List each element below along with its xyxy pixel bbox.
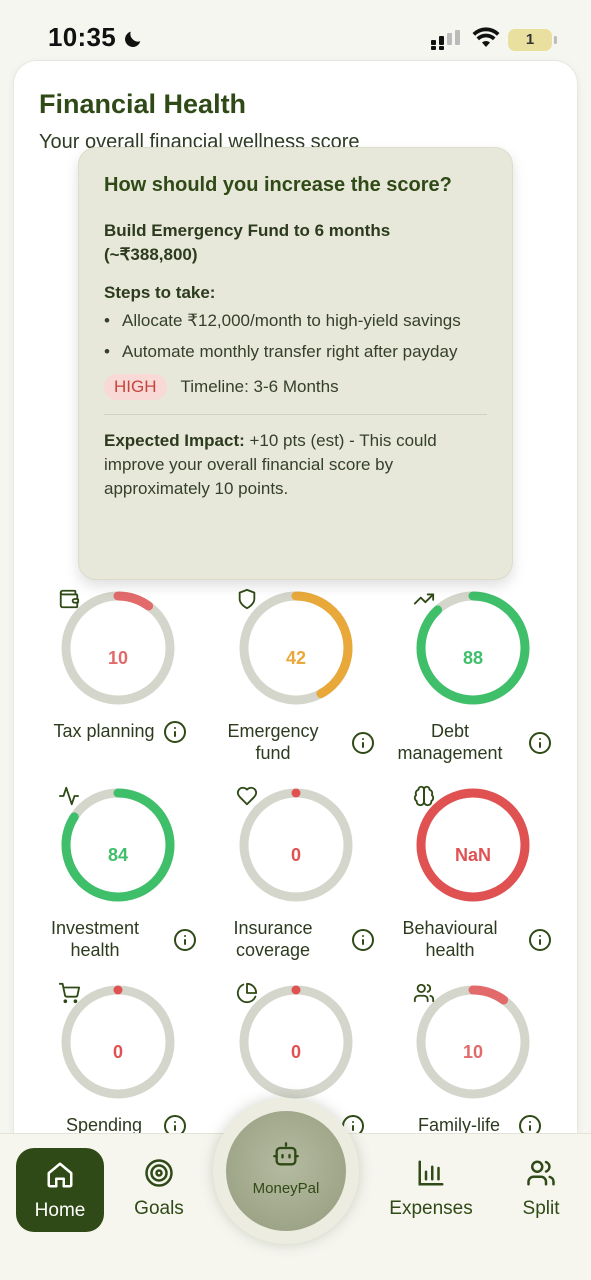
priority-row: HIGH Timeline: 3-6 Months (104, 374, 487, 400)
timeline-text: Timeline: 3-6 Months (180, 377, 339, 396)
wallet-icon (59, 589, 80, 609)
battery-indicator: 1 (508, 29, 557, 51)
metric-label-row: Behavioural health (384, 917, 562, 961)
users-icon (527, 1160, 555, 1186)
bot-icon (273, 1142, 299, 1166)
bullet-icon: • (104, 342, 110, 361)
metric-label-row: Tax planning (29, 720, 207, 744)
moneypal-label: MoneyPal (252, 1180, 320, 1197)
priority-badge: HIGH (104, 374, 167, 400)
pie-icon (236, 982, 258, 1003)
shield-icon (238, 588, 256, 610)
info-icon[interactable] (528, 928, 552, 952)
score-ring: 0 (236, 982, 356, 1102)
metric-label: Emergency fund (227, 721, 319, 763)
score-ring: 88 (413, 588, 533, 708)
metric-label: Investment health (50, 918, 140, 960)
metric-label-row: Insurance coverage (207, 917, 385, 961)
nav-expenses-label: Expenses (389, 1198, 473, 1219)
pulse-icon (58, 786, 80, 806)
metric-emergency-fund: 42 Emergency fund (207, 588, 385, 763)
moneypal-button[interactable]: MoneyPal (213, 1098, 359, 1244)
score-ring: 42 (236, 588, 356, 708)
metric-label-row: Investment health (29, 917, 207, 961)
expected-impact: Expected Impact: +10 pts (est) - This co… (104, 429, 487, 501)
tooltip-title: How should you increase the score? (104, 174, 452, 196)
metric-investment-health: 84 Investment health (29, 785, 207, 960)
heart-icon (236, 786, 258, 806)
metric-behavioural-health: NaN Behavioural health (384, 785, 562, 960)
bullet-icon: • (104, 311, 110, 330)
status-time: 10:35 (48, 22, 116, 52)
score-ring: 10 (413, 982, 533, 1102)
metric-label: Tax planning (53, 721, 155, 741)
step-item: • Allocate ₹12,000/month to high-yield sa… (104, 309, 487, 333)
step-text: Automate monthly transfer right after pa… (122, 342, 458, 361)
score-value: NaN (454, 845, 491, 865)
impact-label: Expected Impact: (104, 431, 245, 450)
score-ring: 10 (58, 588, 178, 708)
metric-debt-management: 88 Debt management (384, 588, 562, 763)
nav-home[interactable]: Home (16, 1148, 104, 1232)
divider (104, 414, 487, 415)
nav-goals[interactable]: Goals (120, 1158, 198, 1220)
info-icon[interactable] (173, 928, 197, 952)
metric-label-row: Debt management (384, 720, 562, 764)
metric-label: Debt management (397, 721, 503, 763)
score-value: 0 (112, 1042, 123, 1062)
info-icon[interactable] (528, 731, 552, 755)
nav-split[interactable]: Split (505, 1158, 577, 1220)
brain-icon (413, 785, 435, 807)
nav-goals-label: Goals (134, 1198, 184, 1219)
status-bar: 10:35 1 (0, 0, 591, 60)
info-icon[interactable] (163, 720, 187, 744)
nav-split-label: Split (522, 1198, 560, 1219)
metric-label-row: Emergency fund (207, 720, 385, 764)
steps-label: Steps to take: (104, 283, 216, 302)
card-title: Financial Health (39, 89, 247, 119)
bar-chart-icon (418, 1160, 444, 1186)
moon-icon (125, 31, 141, 47)
score-value: 10 (462, 1042, 484, 1062)
score-ring: 84 (58, 785, 178, 905)
metric-label: Behavioural health (402, 918, 498, 960)
home-icon (47, 1162, 73, 1188)
info-icon[interactable] (351, 731, 375, 755)
score-ring: 0 (236, 785, 356, 905)
nav-home-label: Home (34, 1200, 86, 1221)
metric-family-life: 10 Family-life (384, 982, 562, 1137)
step-item: • Automate monthly transfer right after p… (104, 340, 487, 364)
metric-budget: 0Budget (207, 982, 385, 1137)
score-value: 0 (290, 1042, 301, 1062)
score-value: 84 (107, 845, 129, 865)
score-ring: NaN (413, 785, 533, 905)
wifi-icon (472, 27, 500, 47)
info-icon[interactable] (351, 928, 375, 952)
metric-insurance-coverage: 0 Insurance coverage (207, 785, 385, 960)
target-icon (145, 1159, 173, 1187)
score-tooltip: How should you increase the score? Build… (78, 147, 513, 580)
cellular-signal-icon (431, 30, 460, 50)
step-text: Allocate ₹12,000/month to high-yield sav… (122, 311, 461, 330)
users-icon (413, 983, 435, 1003)
metric-spending: 0 Spending (29, 982, 207, 1137)
score-value: 10 (107, 648, 129, 668)
score-value: 0 (290, 845, 301, 865)
moneypal-button-inner: MoneyPal (226, 1111, 346, 1231)
metric-tax-planning: 10 Tax planning (29, 588, 207, 743)
cart-icon (58, 982, 80, 1004)
score-value: 42 (285, 648, 307, 668)
trend-up-icon (413, 593, 435, 605)
recommendation-text: Build Emergency Fund to 6 months (~₹388,… (104, 221, 391, 264)
score-value: 88 (462, 648, 484, 668)
nav-expenses[interactable]: Expenses (382, 1158, 480, 1220)
metric-label: Insurance coverage (233, 918, 313, 960)
score-ring: 0 (58, 982, 178, 1102)
